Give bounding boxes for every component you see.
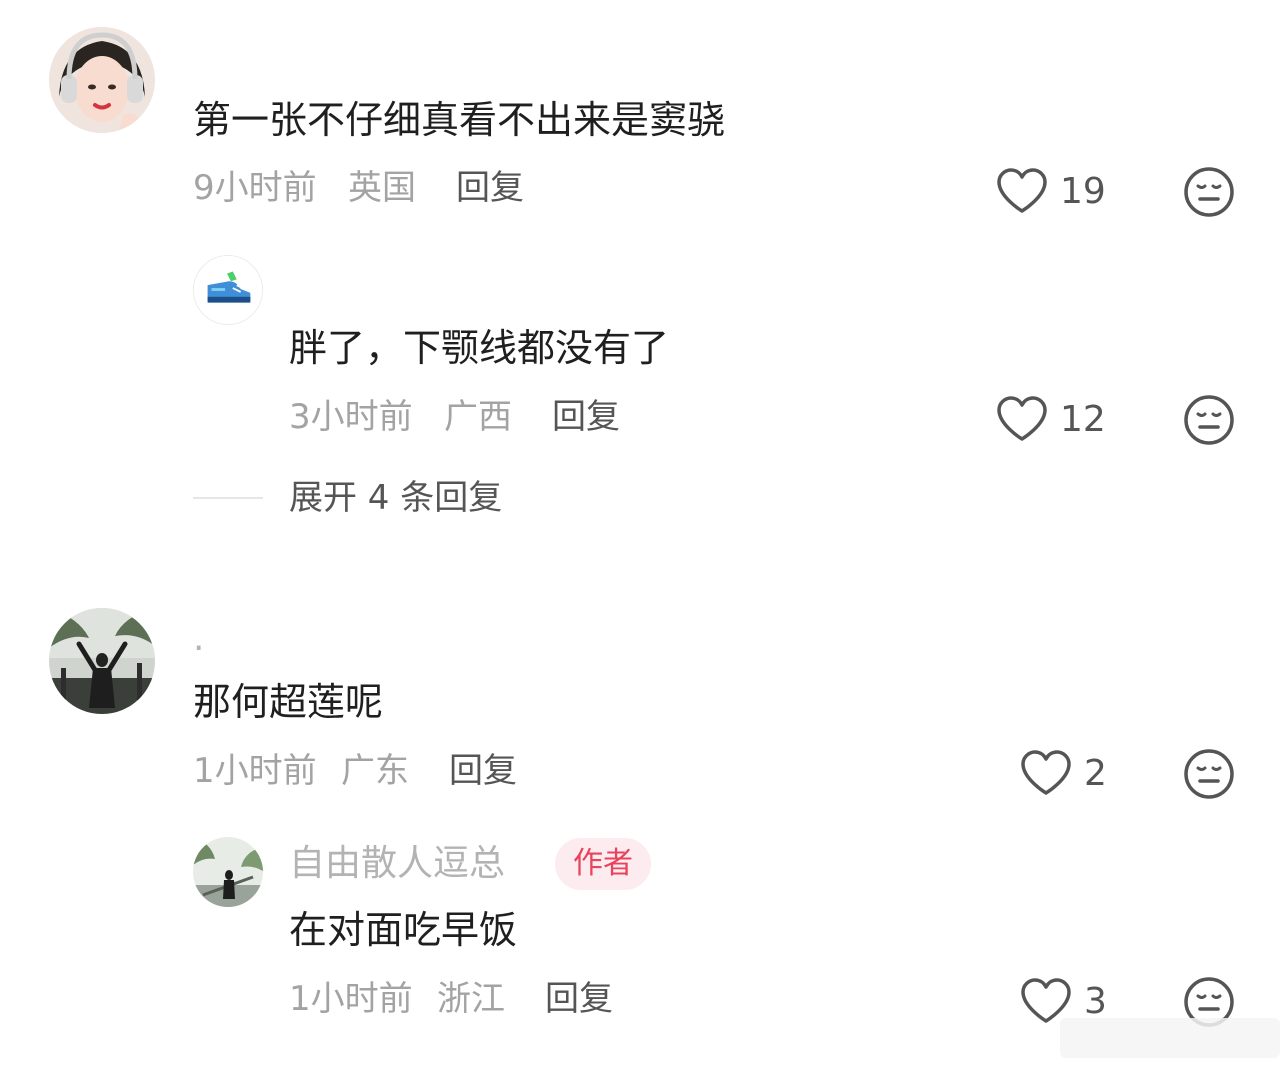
expand-replies-button[interactable]: 展开 4 条回复 bbox=[289, 478, 502, 518]
heart-outline-icon[interactable] bbox=[1020, 749, 1072, 797]
comment-location: 英国 bbox=[348, 168, 416, 208]
comment-location: 广东 bbox=[341, 751, 409, 791]
avatar[interactable] bbox=[193, 255, 263, 325]
author-badge: 作者 bbox=[555, 838, 651, 890]
comment-text: 第一张不仔细真看不出来是窦骁 bbox=[193, 98, 726, 142]
comment-username[interactable]: · bbox=[193, 628, 204, 670]
reply-button[interactable]: 回复 bbox=[552, 397, 620, 437]
reply-time: 3小时前 bbox=[289, 397, 413, 437]
reply-text: 胖了，下颚线都没有了 bbox=[289, 326, 670, 370]
heart-outline-icon[interactable] bbox=[996, 395, 1048, 443]
like-count: 12 bbox=[1060, 399, 1106, 440]
reply-time: 1小时前 bbox=[289, 979, 413, 1019]
reply-location: 浙江 bbox=[437, 979, 505, 1019]
avatar[interactable] bbox=[49, 27, 155, 133]
meh-face-icon[interactable] bbox=[1183, 166, 1235, 218]
reply-text: 在对面吃早饭 bbox=[289, 908, 518, 952]
watermark-overlay bbox=[1060, 1018, 1280, 1058]
like-count: 19 bbox=[1060, 171, 1106, 212]
expand-divider bbox=[193, 497, 263, 499]
comment-time: 9小时前 bbox=[193, 168, 317, 208]
reply-button[interactable]: 回复 bbox=[449, 751, 517, 791]
reply-button[interactable]: 回复 bbox=[545, 979, 613, 1019]
heart-outline-icon[interactable] bbox=[996, 167, 1048, 215]
reply-button[interactable]: 回复 bbox=[456, 168, 524, 208]
reply-username[interactable]: 自由散人逗总 bbox=[289, 843, 505, 885]
avatar[interactable] bbox=[193, 837, 263, 907]
like-count: 3 bbox=[1084, 981, 1107, 1022]
like-count: 2 bbox=[1084, 753, 1107, 794]
comment-time: 1小时前 bbox=[193, 751, 317, 791]
avatar[interactable] bbox=[49, 608, 155, 714]
comment-text: 那何超莲呢 bbox=[193, 680, 384, 724]
reply-location: 广西 bbox=[444, 397, 512, 437]
meh-face-icon[interactable] bbox=[1183, 394, 1235, 446]
meh-face-icon[interactable] bbox=[1183, 748, 1235, 800]
